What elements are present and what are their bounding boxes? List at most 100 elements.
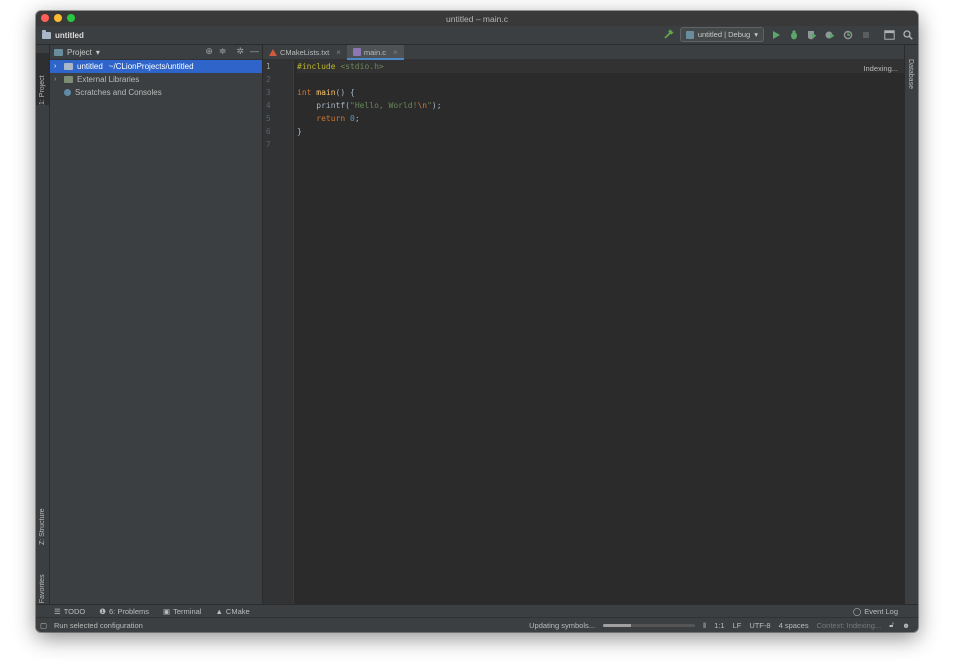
window-title: untitled – main.c — [446, 13, 508, 24]
close-icon[interactable]: × — [336, 48, 341, 57]
tree-item-label: External Libraries — [77, 75, 140, 84]
status-message: Run selected configuration — [54, 620, 143, 630]
code-line[interactable] — [297, 138, 904, 151]
code-area[interactable]: #include <stdio.h> int main() { printf("… — [297, 60, 904, 151]
tab-label: CMakeLists.txt — [280, 47, 330, 57]
project-tree: › untitled ~/CLionProjects/untitled › Ex… — [50, 60, 262, 99]
run-configuration-selector[interactable]: untitled | Debug ▾ — [679, 27, 764, 42]
tab-favorites[interactable]: 2: Favorites — [36, 557, 49, 611]
function-name-token: main — [316, 88, 336, 97]
background-task-progress[interactable] — [603, 623, 695, 627]
project-panel-tools: ⊕ ≑ ✲ — — [205, 46, 259, 57]
tab-database[interactable]: Database — [907, 59, 914, 89]
line-number: 2 — [266, 75, 271, 84]
close-window-button[interactable] — [41, 14, 49, 22]
c-file-icon — [352, 48, 361, 56]
tab-structure[interactable]: Z: Structure — [36, 493, 49, 545]
run-icon[interactable] — [769, 28, 782, 41]
tab-project-label: 1: Project — [39, 75, 46, 105]
locate-target-icon[interactable]: ⊕ — [205, 46, 213, 57]
tool-todo-label: TODO — [63, 607, 86, 616]
tab-structure-label: Z: Structure — [39, 508, 46, 545]
close-icon[interactable]: × — [393, 48, 398, 57]
escape-token: \n — [417, 101, 428, 110]
breadcrumb[interactable]: untitled — [42, 29, 84, 40]
cmake-config-icon — [685, 30, 694, 39]
project-view-icon — [54, 48, 63, 56]
build-hammer-icon[interactable] — [662, 28, 675, 41]
code-line[interactable]: #include <stdio.h> — [297, 60, 904, 73]
inspector-icon[interactable]: ☻ — [902, 621, 910, 630]
stop-icon[interactable] — [859, 28, 872, 41]
attach-debugger-icon[interactable] — [841, 28, 854, 41]
collapse-all-icon[interactable]: ≑ — [219, 46, 227, 57]
run-with-coverage-icon[interactable] — [805, 28, 818, 41]
code-line[interactable]: printf("Hello, World!\n"); — [297, 99, 904, 112]
file-encoding[interactable]: UTF-8 — [749, 621, 770, 630]
code-line[interactable]: } — [297, 125, 904, 138]
editor-scrollbar[interactable] — [898, 60, 904, 604]
tool-terminal-label: Terminal — [173, 607, 202, 616]
pause-icon[interactable]: ‖ — [703, 621, 706, 630]
line-number: 5 — [266, 114, 271, 123]
punctuation-token: () { — [335, 88, 355, 97]
code-editor: CMakeLists.txt × main.c × 1 2 3 4 5 6 7 … — [263, 45, 904, 604]
folder-icon — [64, 63, 73, 70]
gear-icon[interactable]: ✲ — [236, 46, 244, 57]
tool-cmake[interactable]: ▲ CMake — [215, 607, 249, 616]
debug-bug-icon[interactable] — [787, 28, 800, 41]
tool-window-bar: ☰ TODO ❶ 6: Problems ▣ Terminal ▲ CMake ◯ Eve… — [36, 604, 918, 618]
tool-todo[interactable]: ☰ TODO — [54, 607, 85, 616]
tree-item-scratches[interactable]: Scratches and Consoles — [50, 86, 262, 99]
search-icon[interactable] — [901, 28, 914, 41]
progress-fill — [603, 623, 631, 627]
run-configuration-label: untitled | Debug — [697, 30, 751, 39]
keyword-token: int — [297, 88, 312, 97]
layout-icon[interactable] — [883, 28, 896, 41]
chevron-down-icon[interactable]: ▾ — [96, 48, 100, 57]
line-separator[interactable]: LF — [733, 621, 742, 630]
tool-problems[interactable]: ❶ 6: Problems — [99, 607, 149, 616]
tree-item-path: ~/CLionProjects/untitled — [108, 62, 194, 71]
tab-main-c[interactable]: main.c × — [346, 45, 404, 60]
left-tool-strip: 1: Project Z: Structure 2: Favorites — [36, 45, 50, 611]
preprocessor-token: #include — [297, 62, 336, 71]
lock-icon[interactable]: 🔓︎ — [889, 620, 894, 630]
zoom-window-button[interactable] — [67, 14, 75, 22]
editor-tabs: CMakeLists.txt × main.c × — [263, 45, 904, 60]
tab-project[interactable]: 1: Project — [36, 53, 49, 105]
breadcrumb-project[interactable]: untitled — [55, 31, 84, 40]
caret-position[interactable]: 1:1 — [714, 621, 724, 630]
tool-terminal[interactable]: ▣ Terminal — [163, 607, 201, 616]
tree-item-external-libraries[interactable]: › External Libraries — [50, 73, 262, 86]
code-line[interactable]: int main() { — [297, 86, 904, 99]
cmake-file-icon — [269, 48, 277, 56]
line-number: 4 — [266, 101, 271, 110]
minimize-window-button[interactable] — [54, 14, 62, 22]
tool-event-log[interactable]: ◯ Event Log — [853, 607, 898, 616]
expand-arrow-icon[interactable]: › — [54, 63, 62, 70]
tab-cmakelists[interactable]: CMakeLists.txt × — [263, 45, 347, 59]
tree-item-label: untitled — [77, 62, 103, 71]
project-view-selector[interactable]: Project — [67, 48, 92, 57]
line-number: 3 — [266, 88, 271, 97]
line-number: 7 — [266, 140, 271, 149]
expand-arrow-icon[interactable]: › — [54, 76, 62, 83]
context-indicator[interactable]: Context: Indexing... — [817, 621, 882, 630]
cmake-triangle-icon: ▲ — [215, 607, 223, 616]
hide-panel-icon[interactable]: — — [250, 46, 259, 57]
info-icon: ❶ — [99, 607, 106, 616]
tab-label: main.c — [363, 47, 386, 57]
indent-setting[interactable]: 4 spaces — [779, 621, 809, 630]
line-number: 1 — [266, 62, 271, 71]
code-line[interactable] — [297, 73, 904, 86]
ide-window: untitled – main.c untitled untitled | De… — [36, 11, 918, 632]
status-panel-toggle-icon[interactable]: ▢ — [40, 621, 47, 630]
profile-icon[interactable] — [823, 28, 836, 41]
string-token: "Hello, World! — [350, 101, 418, 110]
code-line[interactable]: return 0; — [297, 112, 904, 125]
tree-item-untitled[interactable]: › untitled ~/CLionProjects/untitled — [50, 60, 262, 73]
navigation-bar: untitled untitled | Debug ▾ — [36, 26, 918, 45]
project-panel-header: Project ▾ ⊕ ≑ ✲ — — [50, 45, 262, 60]
background-task-label: Updating symbols... — [529, 620, 595, 630]
